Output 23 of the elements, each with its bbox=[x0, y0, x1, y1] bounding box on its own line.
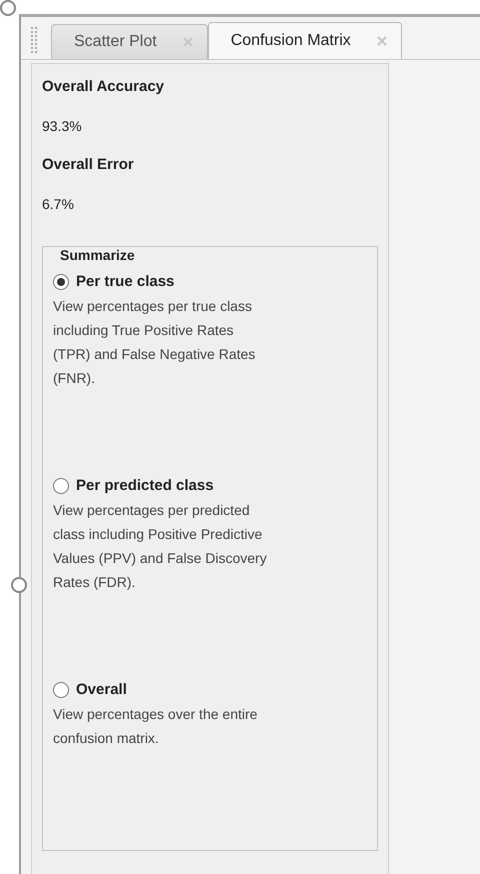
radio-option[interactable]: Overall bbox=[53, 681, 365, 698]
radio-button[interactable] bbox=[53, 682, 69, 698]
radio-button[interactable] bbox=[53, 274, 69, 290]
stat-value: 93.3% bbox=[42, 118, 83, 136]
option-description: View percentages per true class including True Positive Rates (TPR) and False Negative Rates (FNR). bbox=[53, 297, 256, 388]
stat-label: Overall Accuracy bbox=[42, 78, 166, 97]
tab-label: Confusion Matrix bbox=[230, 32, 351, 50]
radio-label: Overall bbox=[76, 681, 127, 698]
grip-icon[interactable] bbox=[31, 27, 37, 53]
radio-button[interactable] bbox=[53, 478, 69, 494]
radio-label: Per predicted class bbox=[76, 477, 214, 494]
handle-icon[interactable] bbox=[11, 577, 27, 593]
stat-label: Overall Error bbox=[42, 156, 135, 175]
stat-value: 6.7% bbox=[42, 196, 75, 214]
radio-option[interactable]: Per true class bbox=[53, 273, 365, 290]
handle-icon[interactable] bbox=[0, 0, 16, 16]
radio-option[interactable]: Per predicted class bbox=[53, 477, 365, 494]
tab[interactable]: Confusion Matrix bbox=[208, 22, 402, 59]
tab[interactable]: Scatter Plot bbox=[51, 24, 208, 59]
option-description: View percentages over the entire confusion matrix. bbox=[53, 705, 258, 748]
radio-label: Per true class bbox=[76, 273, 174, 290]
option-description: View percentages per predicted class including Positive Predictive Values (PPV) and False Discovery Rates (FDR). bbox=[53, 501, 268, 592]
tab-label: Scatter Plot bbox=[74, 33, 157, 51]
